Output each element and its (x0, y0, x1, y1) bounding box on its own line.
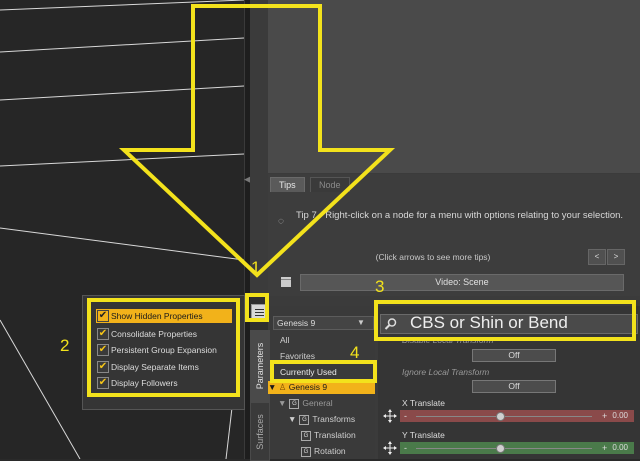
slider-value[interactable]: 0.00 (612, 442, 628, 454)
next-tip-button[interactable]: > (607, 249, 625, 265)
search-input-value: CBS or Shin or Bend (410, 313, 568, 332)
tree-item-general-label: General (302, 398, 333, 408)
x-translate-slider[interactable]: - + 0.00 (400, 410, 634, 422)
menu-item-label: Consolidate Properties (111, 329, 197, 339)
slider-label: Y Translate (402, 430, 445, 440)
increment-icon[interactable]: + (602, 442, 607, 454)
decrement-icon[interactable]: - (404, 410, 407, 422)
slider-label: X Translate (402, 398, 445, 408)
annotation-number-1: 1 (251, 258, 261, 277)
move-arrows-icon[interactable] (383, 409, 397, 423)
prev-tip-button[interactable]: < (588, 249, 606, 265)
tree-item-general[interactable]: ▼ G General (278, 397, 333, 410)
slider-knob[interactable] (496, 444, 505, 453)
annotation-number-2: 2 (60, 336, 70, 355)
menu-item-display-separate-items[interactable]: ✔ Display Separate Items (96, 360, 232, 374)
options-menu-button[interactable] (251, 304, 268, 321)
tips-panel: Tips Node ◌ Tip 7 - Right-click on a nod… (268, 174, 640, 296)
annotation-number-3: 3 (375, 277, 385, 296)
tree-item-genesis-label: Genesis 9 (288, 382, 328, 392)
tab-tips[interactable]: Tips (270, 177, 305, 192)
tree-item-rotation-label: Rotation (314, 446, 346, 456)
menu-item-display-followers[interactable]: ✔ Display Followers (96, 376, 232, 390)
tips-hint: (Click arrows to see more tips) (375, 252, 491, 262)
video-scene-button[interactable]: Video: Scene (300, 274, 624, 291)
tab-parameters[interactable]: Parameters (250, 330, 270, 402)
group-icon: G (301, 430, 311, 441)
y-translate-slider[interactable]: - + 0.00 (400, 442, 634, 454)
clapperboard-icon (281, 277, 291, 287)
increment-icon[interactable]: + (602, 410, 607, 422)
menu-item-persistent-group-expansion[interactable]: ✔ Persistent Group Expansion (96, 343, 232, 357)
group-icon: G (289, 398, 300, 409)
menu-item-label: Display Followers (111, 378, 178, 388)
tree-item-genesis[interactable]: ▼ ♙ Genesis 9 (268, 381, 375, 394)
tree-item-transforms[interactable]: ▼ G Transforms (288, 413, 355, 426)
tip-text: Tip 7 - Right-click on a node for a menu… (296, 210, 624, 221)
disable-local-transform-toggle[interactable]: Off (472, 349, 556, 362)
tree-item-rotation[interactable]: G Rotation (298, 445, 346, 458)
menu-item-label: Persistent Group Expansion (111, 345, 217, 355)
expand-arrow-icon[interactable]: ▼ (268, 382, 276, 392)
tree-item-favorites[interactable]: Favorites (280, 350, 315, 363)
checkmark-icon[interactable]: ✔ (97, 310, 109, 322)
group-icon: G (301, 446, 311, 457)
slider-value[interactable]: 0.00 (612, 410, 628, 422)
tab-surfaces-label: Surfaces (255, 413, 265, 450)
expand-arrow-icon[interactable]: ▼ (278, 398, 286, 408)
figure-icon: ♙ (278, 382, 287, 392)
annotation-number-4: 4 (350, 343, 360, 362)
tree-item-transforms-label: Transforms (312, 414, 356, 424)
chevron-down-icon[interactable]: ▼ (357, 316, 365, 329)
group-icon: G (299, 414, 310, 425)
tab-surfaces[interactable]: Surfaces (250, 402, 270, 461)
menu-item-consolidate-properties[interactable]: ✔ Consolidate Properties (96, 327, 232, 341)
upper-pane (268, 0, 640, 173)
expand-arrow-icon[interactable]: ▼ (288, 414, 296, 424)
checkmark-icon[interactable]: ✔ (97, 377, 109, 389)
tree-item-currently-used[interactable]: Currently Used (280, 366, 337, 379)
menu-item-label: Display Separate Items (111, 362, 199, 372)
slider-knob[interactable] (496, 412, 505, 421)
search-icon (384, 318, 397, 330)
checkmark-icon[interactable]: ✔ (97, 361, 109, 373)
tree-item-all[interactable]: All (280, 334, 289, 347)
checkmark-icon[interactable]: ✔ (97, 328, 109, 340)
property-name: Ignore Local Transform (402, 367, 490, 377)
checkmark-icon[interactable]: ✔ (97, 344, 109, 356)
tree-item-translation-label: Translation (314, 430, 356, 440)
move-arrows-icon[interactable] (383, 441, 397, 455)
menu-item-label: Show Hidden Properties (111, 311, 203, 321)
decrement-icon[interactable]: - (404, 442, 407, 454)
menu-item-show-hidden-properties[interactable]: ✔ Show Hidden Properties (96, 309, 232, 323)
tab-parameters-label: Parameters (255, 342, 265, 390)
tab-node[interactable]: Node (310, 177, 350, 192)
property-name: Disable Local Transform (402, 335, 494, 345)
tree-item-translation[interactable]: G Translation (298, 429, 356, 442)
ignore-local-transform-toggle[interactable]: Off (472, 380, 556, 393)
